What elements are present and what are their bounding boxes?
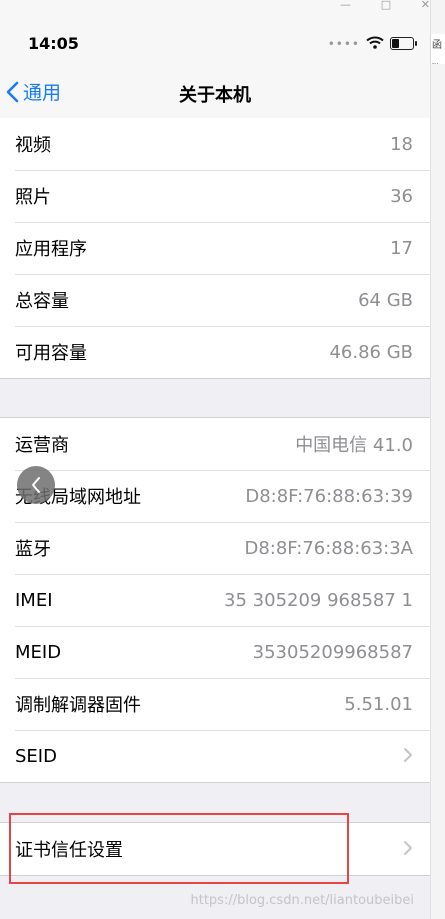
row-label: 调制解调器固件 xyxy=(15,695,141,716)
row-value: 64 GB xyxy=(358,289,413,311)
phone-screen: 14:05 •••• 通用 关于本机 视频 18 照片 36 应用程序 17 总… xyxy=(0,0,430,919)
row-seid[interactable]: SEID xyxy=(0,730,430,782)
row-value: 18 xyxy=(390,133,413,155)
row-value: 35 305209 968587 1 xyxy=(224,589,413,611)
side-tab[interactable]: 函数 xyxy=(430,34,445,64)
row-applications: 应用程序 17 xyxy=(0,222,430,274)
row-videos: 视频 18 xyxy=(0,118,430,170)
row-value: 17 xyxy=(390,237,413,259)
close-icon[interactable]: ✕ xyxy=(421,0,430,12)
wifi-icon xyxy=(366,34,384,53)
signal-dots-icon: •••• xyxy=(327,36,360,51)
row-label: 总容量 xyxy=(15,291,69,312)
navigation-bar: 通用 关于本机 xyxy=(0,64,430,119)
right-gutter xyxy=(430,0,445,919)
row-label: MEID xyxy=(15,641,62,663)
row-label: 照片 xyxy=(15,187,51,208)
row-value: 中国电信 41.0 xyxy=(295,435,413,456)
chevron-right-icon xyxy=(403,837,413,861)
window-controls: — □ ✕ xyxy=(340,0,430,12)
row-available: 可用容量 46.86 GB xyxy=(0,326,430,378)
battery-fill xyxy=(392,39,399,48)
row-photos: 照片 36 xyxy=(0,170,430,222)
row-label: IMEI xyxy=(15,589,53,611)
network-group: 运营商 中国电信 41.0 无线局域网地址 D8:8F:76:88:63:39 … xyxy=(0,417,430,783)
row-meid: MEID 35305209968587 xyxy=(0,626,430,678)
minimize-icon[interactable]: — xyxy=(340,0,351,12)
status-icons: •••• xyxy=(327,34,417,53)
row-wifi-address: 无线局域网地址 D8:8F:76:88:63:39 xyxy=(0,470,430,522)
status-time: 14:05 xyxy=(28,34,79,53)
chevron-right-icon xyxy=(403,744,413,768)
row-label: 运营商 xyxy=(15,435,69,456)
row-carrier[interactable]: 运营商 中国电信 41.0 xyxy=(0,418,430,470)
highlight-box xyxy=(9,813,349,884)
row-value: 5.51.01 xyxy=(344,693,413,715)
row-value: 36 xyxy=(390,185,413,207)
row-label: SEID xyxy=(15,745,57,767)
row-label: 蓝牙 xyxy=(15,539,51,560)
chevron-left-icon xyxy=(32,477,40,493)
floating-back-button[interactable] xyxy=(17,466,55,504)
row-value: 35305209968587 xyxy=(252,641,413,663)
row-bluetooth: 蓝牙 D8:8F:76:88:63:3A xyxy=(0,522,430,574)
row-capacity: 总容量 64 GB xyxy=(0,274,430,326)
row-value: D8:8F:76:88:63:39 xyxy=(245,485,413,507)
row-label: 视频 xyxy=(15,135,51,156)
storage-group: 视频 18 照片 36 应用程序 17 总容量 64 GB 可用容量 46.86… xyxy=(0,118,430,379)
row-label: 应用程序 xyxy=(15,239,87,260)
watermark: https://blog.csdn.net/liantoubeibei xyxy=(190,893,414,908)
battery-icon xyxy=(390,37,417,50)
maximize-icon[interactable]: □ xyxy=(381,0,391,12)
row-value: D8:8F:76:88:63:3A xyxy=(244,537,413,559)
row-modem-firmware: 调制解调器固件 5.51.01 xyxy=(0,678,430,730)
row-label: 可用容量 xyxy=(15,343,87,364)
row-value: 46.86 GB xyxy=(329,341,413,363)
row-imei: IMEI 35 305209 968587 1 xyxy=(0,574,430,626)
page-title: 关于本机 xyxy=(179,85,251,106)
